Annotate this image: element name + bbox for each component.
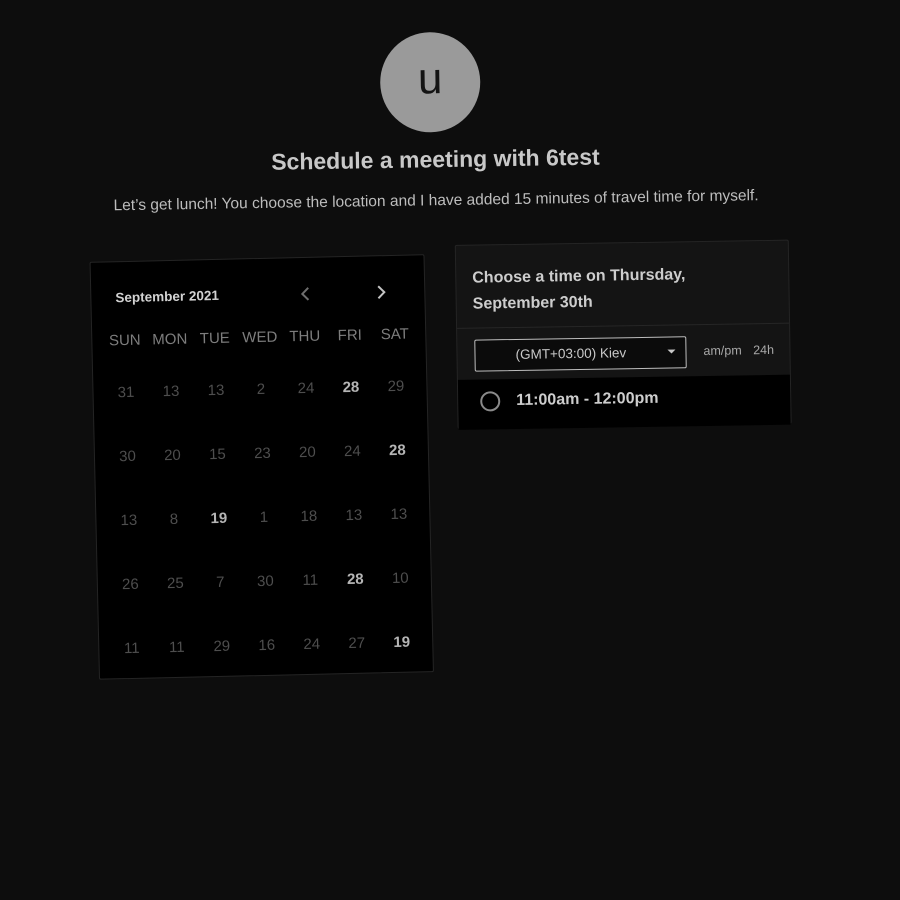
format-24h-option[interactable]: 24h: [753, 343, 774, 357]
calendar-day: 30: [118, 447, 137, 466]
calendar-day-available[interactable]: 28: [328, 374, 374, 439]
timezone-value: (GMT+03:00) Kiev: [515, 345, 627, 362]
calendar-day: 20: [298, 443, 316, 462]
calendar-day: 24: [343, 442, 361, 461]
calendar-day: 13: [207, 381, 225, 400]
calendar-day: 27: [348, 634, 366, 653]
chevron-left-icon: [300, 287, 310, 301]
time-format-toggle: am/pm 24h: [703, 343, 774, 358]
calendar-day-available[interactable]: 28: [333, 566, 379, 631]
calendar-day: 13: [345, 506, 363, 525]
calendar-day: 15: [208, 445, 226, 464]
format-12h-option[interactable]: am/pm: [703, 343, 741, 358]
timezone-select[interactable]: (GMT+03:00) Kiev: [474, 336, 687, 372]
avatar: u: [379, 31, 482, 134]
calendar-day: 11: [123, 639, 140, 658]
radio-button[interactable]: [480, 391, 501, 412]
calendar-day: 20: [163, 446, 181, 465]
day-grid: 31 13 13 2 24 28 29 30 20 15 23 20 24 28 13 8 19 1 18 13 13 2…: [103, 373, 425, 700]
calendar-day: 13: [390, 505, 408, 524]
time-panel: Choose a time on Thursday, September 30t…: [454, 239, 792, 430]
weekday-label: WED: [242, 328, 278, 347]
time-slot-label: 11:00am - 12:00pm: [516, 389, 659, 409]
scheduling-page: u Schedule a meeting with 6test Let’s ge…: [0, 0, 900, 900]
calendar-day: 23: [253, 444, 271, 463]
caret-down-icon: [667, 349, 676, 354]
calendar-day: 29: [213, 637, 231, 656]
calendar-day: 24: [297, 379, 315, 398]
next-month-button[interactable]: [369, 280, 394, 305]
previous-month-button[interactable]: [293, 282, 318, 307]
calendar-day: 11: [168, 638, 185, 657]
calendar-day: 26: [121, 575, 139, 594]
time-panel-heading: Choose a time on Thursday, September 30t…: [472, 266, 686, 313]
weekday-label: SAT: [380, 325, 409, 344]
calendar-day: 7: [215, 573, 225, 592]
calendar-day-available[interactable]: 19: [379, 629, 425, 694]
month-label: September 2021: [115, 287, 220, 306]
calendar-day: 13: [120, 511, 138, 530]
calendar-day: 1: [259, 508, 269, 527]
calendar-day: 25: [166, 574, 184, 593]
meeting-description: Let’s get lunch! You choose the location…: [113, 187, 759, 215]
weekday-label: TUE: [199, 329, 231, 348]
chevron-right-icon: [377, 285, 386, 299]
time-slot-list: 11:00am - 12:00pm: [457, 374, 791, 430]
weekday-label: FRI: [337, 326, 363, 345]
calendar-day-available[interactable]: 19: [196, 505, 242, 570]
calendar-day: 8: [169, 510, 179, 529]
weekday-header: SUN MON TUE WED THU FRI SAT: [102, 325, 417, 350]
calendar-day: 10: [391, 569, 409, 588]
calendar-day: 16: [258, 636, 276, 655]
calendar-header: September 2021: [115, 280, 405, 311]
divider: [457, 322, 790, 329]
calendar-day-available[interactable]: 28: [375, 437, 421, 502]
weekday-label: SUN: [108, 331, 141, 350]
avatar-initial: u: [417, 54, 443, 104]
calendar-day: 18: [300, 507, 318, 526]
calendar-day: 30: [256, 572, 274, 591]
calendar: September 2021 SUN MON TUE WED THU FRI SAT 31 1…: [89, 254, 434, 680]
calendar-day: 31: [117, 383, 135, 402]
weekday-label: MON: [152, 330, 188, 349]
weekday-label: THU: [289, 327, 321, 346]
calendar-day: 13: [162, 382, 180, 401]
calendar-day: 24: [303, 635, 321, 654]
page-title: Schedule a meeting with 6test: [271, 143, 600, 175]
calendar-day: 11: [302, 571, 319, 590]
calendar-day: 2: [256, 380, 266, 399]
calendar-day: 29: [387, 377, 405, 396]
time-slot[interactable]: 11:00am - 12:00pm: [480, 389, 659, 412]
